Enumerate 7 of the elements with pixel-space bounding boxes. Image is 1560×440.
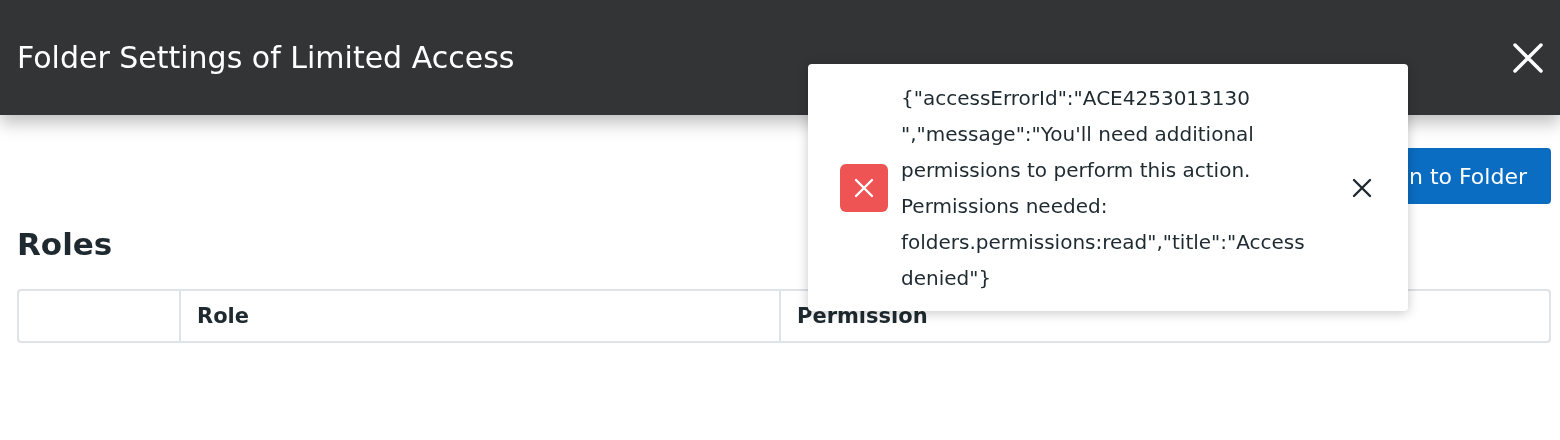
dialog-title: Folder Settings of Limited Access <box>17 42 515 73</box>
column-header: Permission <box>797 304 928 329</box>
error-message: {"accessErrorId":"ACE4253013130 ","message":"You'll need additional permissions to perform this action. Permissions needed: folders.permissions:read","title":"Access denied"} <box>901 84 1306 292</box>
column-header: Role <box>197 304 250 329</box>
section-heading: Roles <box>17 226 113 264</box>
close-icon[interactable] <box>1352 177 1372 198</box>
error-icon <box>840 163 888 212</box>
